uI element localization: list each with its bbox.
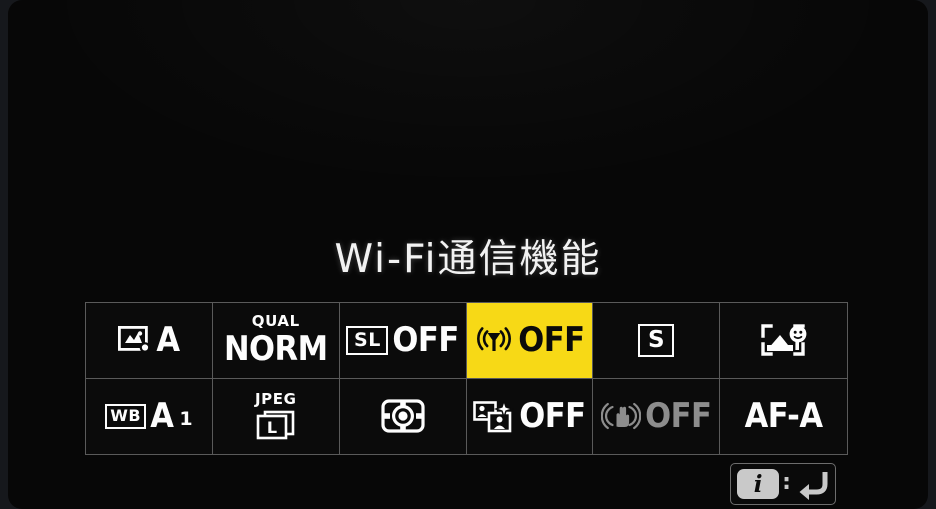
vibration-reduction-icon [601, 400, 642, 432]
focus-mode-value: AF-A [744, 396, 823, 437]
grid-cell-image-size[interactable]: JPEG L [213, 378, 340, 454]
device-frame: Wi-Fi通信機能 A QUAL NORM SL OFF OFF S WB A … [0, 0, 936, 509]
single-frame-icon: S [638, 323, 675, 357]
image-size-label: JPEG [254, 389, 297, 408]
portrait-retouch-icon [473, 399, 515, 433]
wifi-value: OFF [518, 320, 585, 361]
matrix-metering-icon [380, 399, 425, 433]
grid-cell-flash-sync-mode[interactable]: SL OFF [339, 303, 467, 379]
grid-cell-af-area-mode[interactable] [720, 303, 847, 379]
image-quality-value: NORM [223, 329, 328, 370]
image-quality-label: QUAL [251, 312, 300, 331]
image-size-icon: L [256, 410, 296, 441]
grid-cell-picture-control[interactable]: A [86, 303, 213, 379]
picture-control-value: A [156, 320, 180, 361]
portrait-retouch-value: OFF [519, 396, 586, 437]
grid-cell-image-quality[interactable]: QUAL NORM [212, 303, 340, 379]
page-title: Wi-Fi通信機能 [334, 237, 602, 282]
white-balance-icon: WB [105, 403, 147, 429]
wifi-antenna-icon [474, 324, 514, 356]
face-priority-af-icon [758, 323, 810, 357]
white-balance-value: A [150, 396, 174, 437]
white-balance-sub-value: 1 [179, 408, 193, 431]
vibration-reduction-value: OFF [645, 396, 712, 437]
info-hint-button[interactable]: i : [730, 463, 836, 505]
white-balance-label: WB [110, 406, 142, 426]
info-display-grid: A QUAL NORM SL OFF OFF S WB A 1 JPEG L O… [85, 302, 848, 455]
grid-cell-wifi-connection[interactable]: OFF [466, 303, 594, 379]
picture-control-icon [118, 326, 152, 354]
svg-text:L: L [267, 418, 277, 437]
slow-sync-icon: SL [346, 325, 389, 355]
release-mode-label: S [647, 326, 665, 353]
hint-separator: : [782, 469, 791, 495]
screen-glare-overlay [8, 0, 928, 230]
flash-sync-label: SL [354, 328, 381, 351]
flash-sync-value: OFF [392, 320, 459, 361]
grid-cell-focus-mode[interactable]: AF-A [720, 379, 847, 455]
grid-cell-vibration-reduction[interactable]: OFF [593, 378, 721, 454]
grid-cell-metering-mode[interactable] [340, 378, 467, 454]
grid-cell-release-mode[interactable]: S [593, 303, 721, 379]
return-arrow-icon [795, 468, 829, 500]
camera-info-screen: Wi-Fi通信機能 A QUAL NORM SL OFF OFF S WB A … [8, 0, 928, 509]
i-button-icon: i [737, 469, 780, 499]
grid-cell-portrait-retouch[interactable]: OFF [467, 378, 594, 454]
grid-cell-white-balance[interactable]: WB A 1 [86, 378, 213, 454]
